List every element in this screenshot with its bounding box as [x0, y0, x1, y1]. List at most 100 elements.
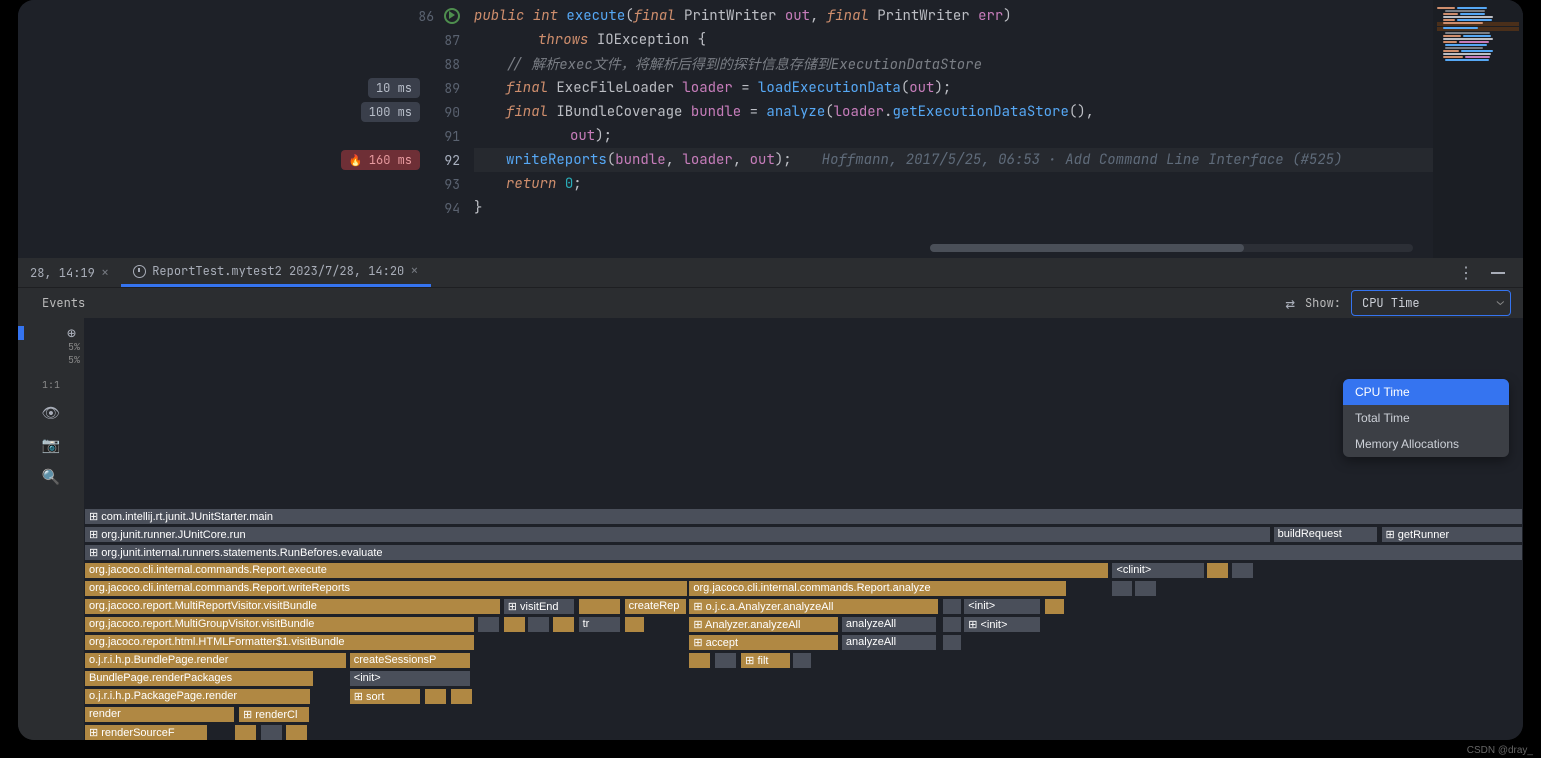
close-icon[interactable]: ×	[410, 262, 418, 280]
code-area[interactable]: public int execute(final PrintWriter out…	[474, 0, 1523, 258]
flame-frame[interactable]: org.jacoco.cli.internal.commands.Report.…	[84, 580, 688, 597]
line-number: 86	[404, 8, 434, 25]
code-minimap[interactable]	[1433, 0, 1523, 258]
flame-frame[interactable]: createRep	[624, 598, 687, 615]
flame-frame[interactable]: ⊞ renderCl	[238, 706, 310, 723]
camera-icon[interactable]: 📷	[42, 435, 61, 455]
profiler-sidebar: ⊕ 5% 5% 1:1 👁 📷 🔍	[18, 318, 84, 740]
flame-frame[interactable]	[234, 724, 257, 740]
flame-frame[interactable]: ⊞ org.junit.runner.JUnitCore.run	[84, 526, 1271, 543]
search-icon[interactable]: 🔍	[42, 467, 61, 487]
flame-frame[interactable]	[285, 724, 308, 740]
flame-frame[interactable]	[527, 616, 550, 633]
dropdown-item[interactable]: CPU Time	[1343, 379, 1509, 405]
ide-window: 86 87 88 10 ms89 100 ms90 91 160 ms92 93…	[18, 0, 1523, 740]
editor-gutter: 86 87 88 10 ms89 100 ms90 91 160 ms92 93…	[18, 0, 474, 258]
flame-frame[interactable]	[450, 688, 473, 705]
flame-frame[interactable]: createSessionsP	[349, 652, 471, 669]
flame-frame[interactable]: ⊞ renderSourceF	[84, 724, 208, 740]
flame-frame[interactable]	[714, 652, 737, 669]
flame-frame[interactable]: <init>	[963, 598, 1041, 615]
horizontal-scrollbar[interactable]	[930, 244, 1413, 252]
git-blame-annotation: Hoffmann, 2017/5/25, 06:53 · Add Command…	[822, 151, 1343, 169]
eye-icon[interactable]: 👁	[41, 403, 60, 423]
flame-frame[interactable]	[1206, 562, 1229, 579]
show-select[interactable]: CPU Time	[1351, 290, 1511, 316]
profiler-tab[interactable]: 28, 14:19×	[18, 258, 121, 287]
flame-frame[interactable]: ⊞ com.intellij.rt.junit.JUnitStarter.mai…	[84, 508, 1523, 525]
flame-frame[interactable]	[477, 616, 500, 633]
flame-frame[interactable]: ⊞ org.junit.internal.runners.statements.…	[84, 544, 1523, 561]
line-number: 88	[430, 56, 460, 73]
flame-frame[interactable]	[424, 688, 447, 705]
more-icon[interactable]: ⋮	[1458, 262, 1475, 283]
flame-frame[interactable]: org.jacoco.cli.internal.commands.Report.…	[84, 562, 1109, 579]
flame-frame[interactable]: analyzeAll	[841, 634, 937, 651]
dropdown-item[interactable]: Memory Allocations	[1343, 431, 1509, 457]
flame-frame[interactable]	[503, 616, 526, 633]
clock-icon	[133, 265, 146, 278]
flame-frame[interactable]	[688, 652, 711, 669]
flame-frame[interactable]: o.j.r.i.h.p.PackagePage.render	[84, 688, 311, 705]
flame-frame[interactable]: tr	[578, 616, 621, 633]
flame-frame[interactable]: ⊞ o.j.c.a.Analyzer.analyzeAll	[688, 598, 938, 615]
flame-frame[interactable]: <clinit>	[1111, 562, 1205, 579]
flame-frame[interactable]	[942, 616, 962, 633]
code-editor: 86 87 88 10 ms89 100 ms90 91 160 ms92 93…	[18, 0, 1523, 258]
line-number: 91	[430, 128, 460, 145]
flame-frame[interactable]	[578, 598, 621, 615]
show-label: Show:	[1305, 295, 1341, 311]
flame-frame[interactable]: buildRequest	[1273, 526, 1378, 543]
dropdown-item[interactable]: Total Time	[1343, 405, 1509, 431]
line-number: 89	[430, 80, 460, 97]
flame-frame[interactable]: org.jacoco.report.html.HTMLFormatter$1.v…	[84, 634, 475, 651]
flame-frame[interactable]	[1231, 562, 1254, 579]
profiler-toolbar: Events ⇄ Show: CPU Time	[18, 288, 1523, 318]
zoom-ratio[interactable]: 1:1	[42, 378, 60, 391]
watermark: CSDN @dray_	[1467, 745, 1533, 756]
percent-label: 5%	[18, 340, 84, 353]
close-icon[interactable]: ×	[101, 264, 109, 282]
line-number: 87	[430, 32, 460, 49]
flame-frame[interactable]: ⊞ visitEnd	[503, 598, 575, 615]
flame-frame[interactable]	[1111, 580, 1133, 597]
percent-label: 5%	[18, 353, 84, 366]
line-number: 92	[430, 152, 460, 169]
run-gutter-icon[interactable]	[444, 8, 460, 24]
profiler-tabs: 28, 14:19× ReportTest.mytest2 2023/7/28,…	[18, 258, 1523, 288]
flame-frame[interactable]: org.jacoco.report.MultiGroupVisitor.visi…	[84, 616, 475, 633]
flame-frame[interactable]: ⊞ <init>	[963, 616, 1041, 633]
line-number: 94	[430, 200, 460, 217]
timing-badge[interactable]: 10 ms	[368, 78, 420, 98]
flame-frame[interactable]	[942, 598, 962, 615]
flame-frame[interactable]	[624, 616, 646, 633]
flame-frame[interactable]: ⊞ accept	[688, 634, 839, 651]
timing-badge[interactable]: 100 ms	[361, 102, 420, 122]
flame-frame[interactable]: org.jacoco.report.MultiReportVisitor.vis…	[84, 598, 501, 615]
flame-frame[interactable]	[1134, 580, 1157, 597]
flame-frame[interactable]	[260, 724, 283, 740]
flame-frame[interactable]	[1044, 598, 1066, 615]
minimize-icon[interactable]	[1491, 272, 1505, 274]
events-label[interactable]: Events	[42, 295, 85, 311]
swap-icon[interactable]: ⇄	[1285, 293, 1295, 314]
flame-frame[interactable]: ⊞ Analyzer.analyzeAll	[688, 616, 839, 633]
line-number: 90	[430, 104, 460, 121]
flame-frame[interactable]	[792, 652, 812, 669]
flame-frame[interactable]: org.jacoco.cli.internal.commands.Report.…	[688, 580, 1066, 597]
flame-frame[interactable]: ⊞ sort	[349, 688, 421, 705]
flame-frame[interactable]: ⊞ filt	[740, 652, 790, 669]
show-dropdown: CPU Time Total Time Memory Allocations	[1343, 379, 1509, 457]
timing-badge-hot[interactable]: 160 ms	[341, 150, 421, 170]
flame-frame[interactable]: BundlePage.renderPackages	[84, 670, 314, 687]
flame-frame[interactable]	[552, 616, 575, 633]
flame-graph[interactable]: ⊞ renderSourceFrender⊞ renderClo.j.r.i.h…	[84, 318, 1523, 740]
flame-frame[interactable]	[942, 634, 962, 651]
flame-frame[interactable]: analyzeAll	[841, 616, 937, 633]
flame-frame[interactable]: o.j.r.i.h.p.BundlePage.render	[84, 652, 347, 669]
profiler-tab-active[interactable]: ReportTest.mytest2 2023/7/28, 14:20×	[121, 258, 430, 287]
flame-frame[interactable]: <init>	[349, 670, 471, 687]
profiler-panel: ⊕ 5% 5% 1:1 👁 📷 🔍 ⊞ renderSourceFrender⊞…	[18, 318, 1523, 740]
flame-frame[interactable]: ⊞ getRunner	[1381, 526, 1523, 543]
flame-frame[interactable]: render	[84, 706, 235, 723]
